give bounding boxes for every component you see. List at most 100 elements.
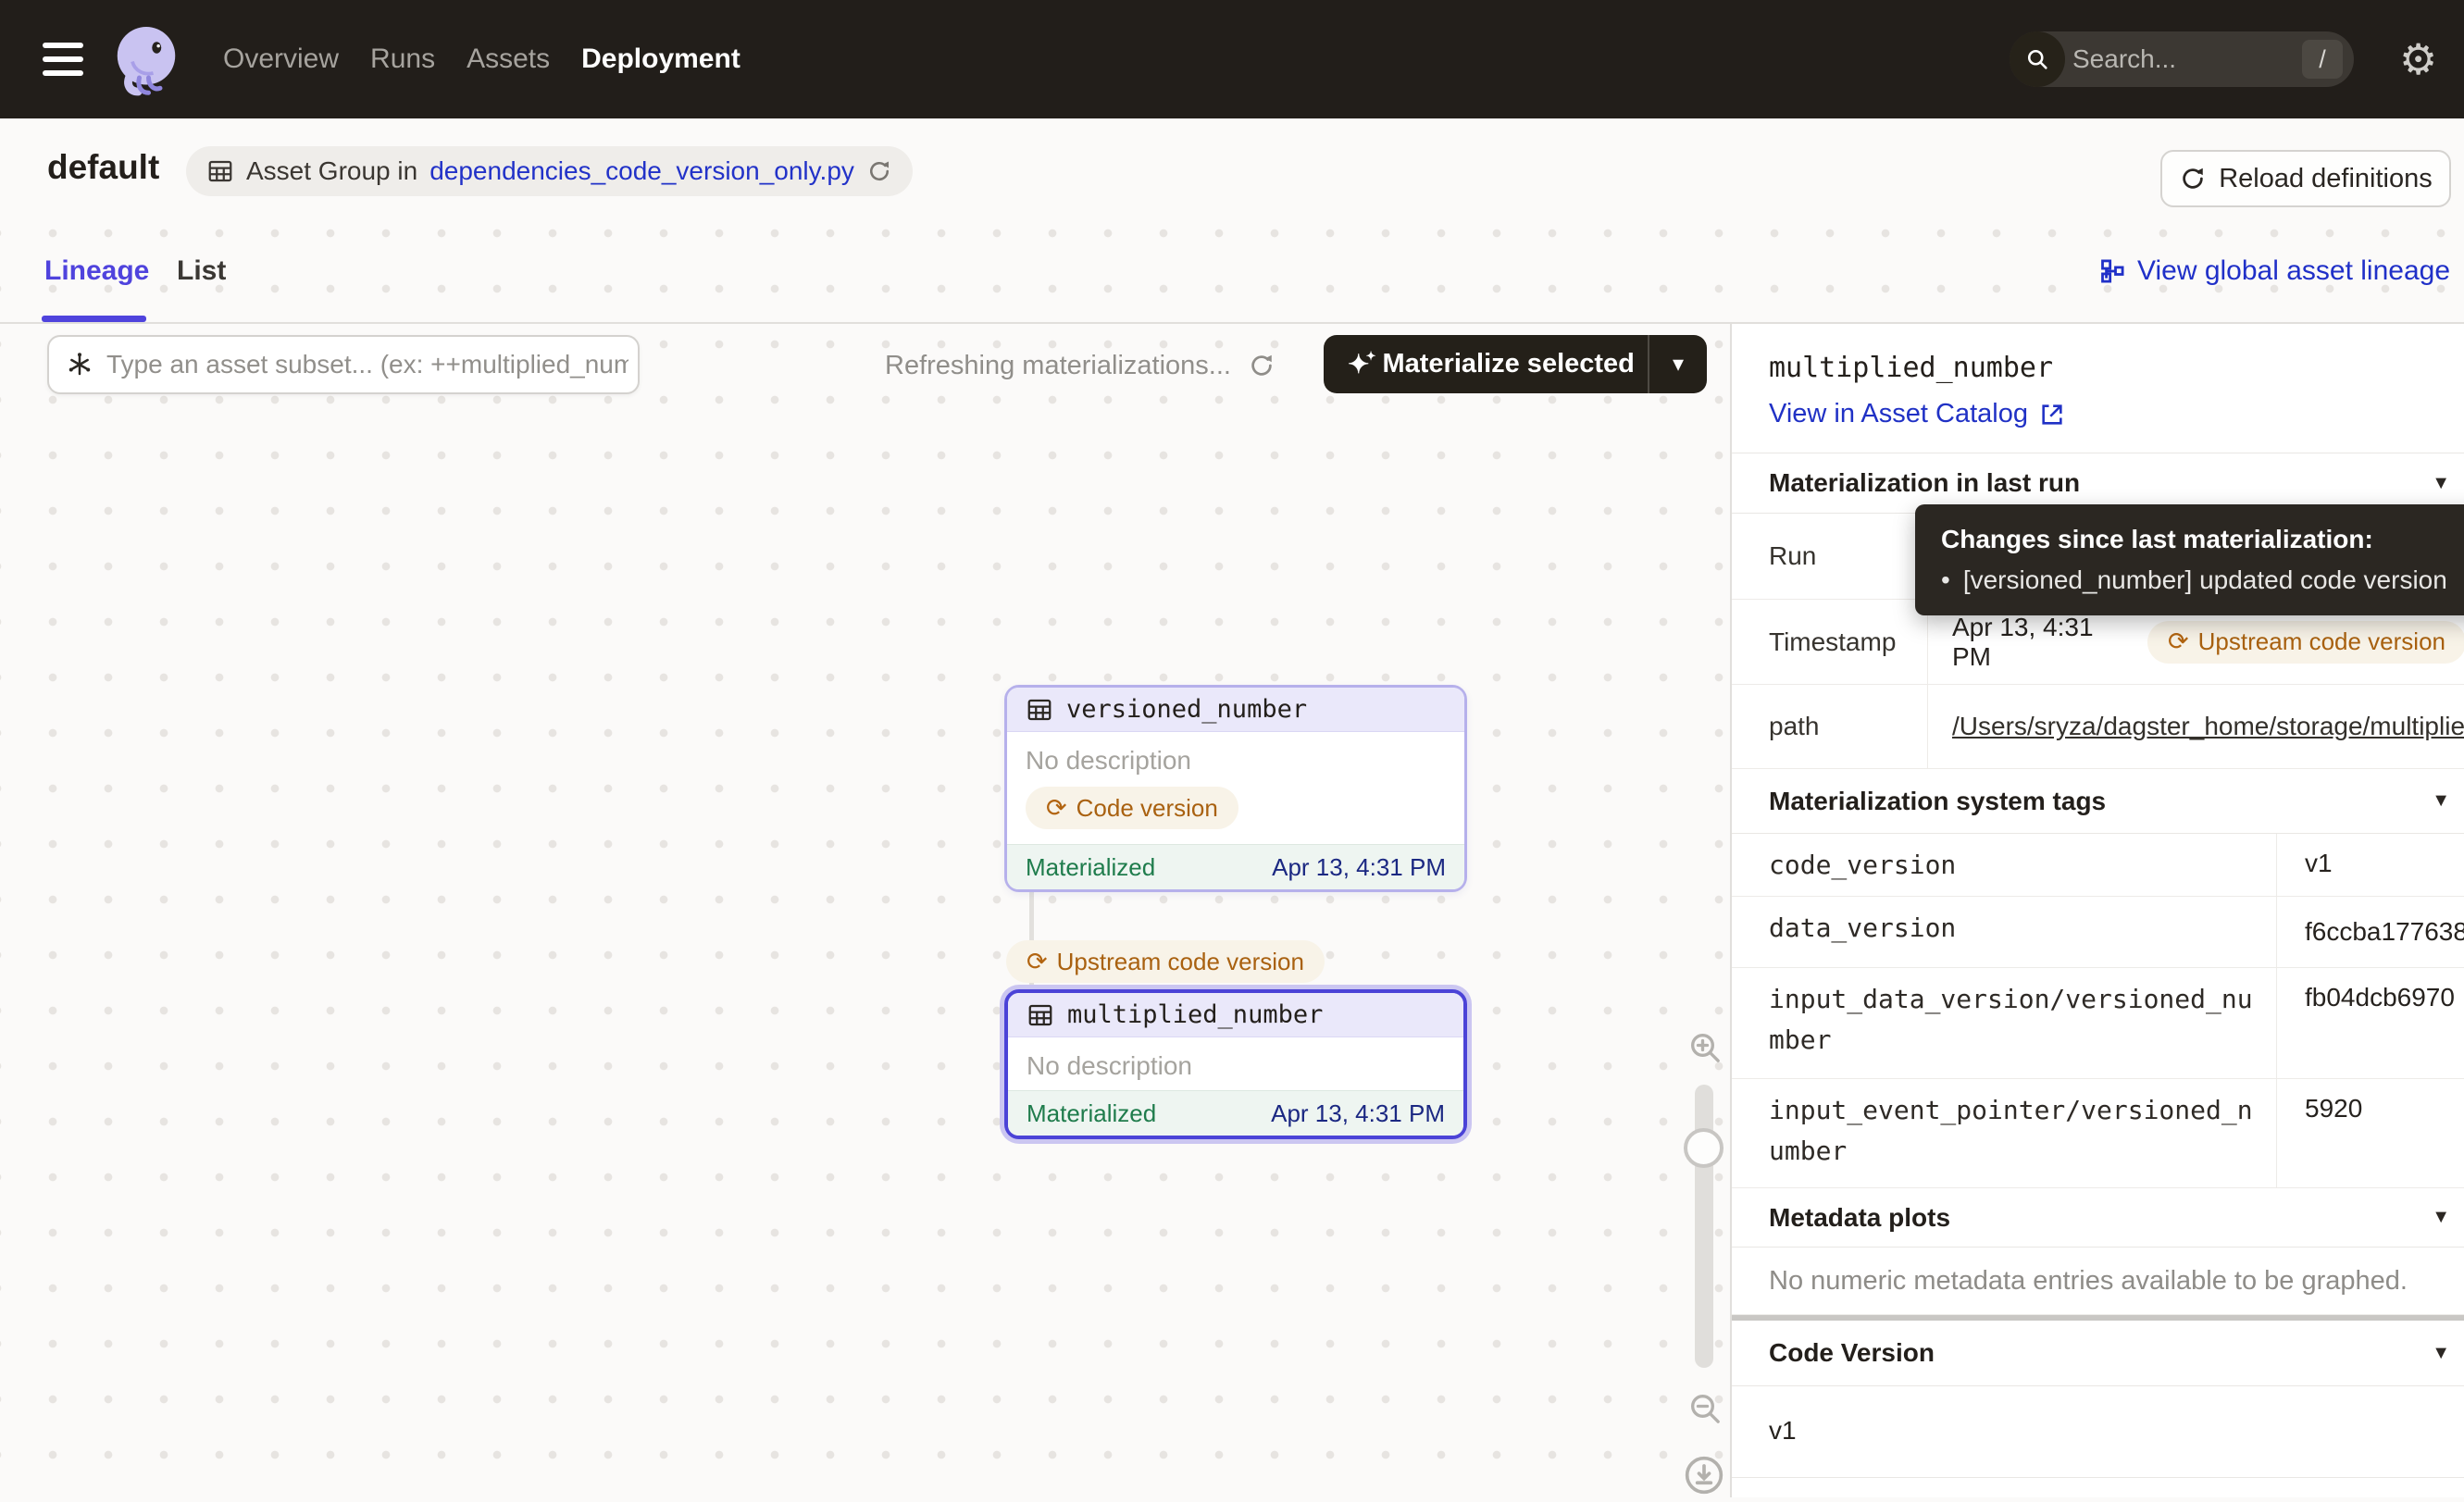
node-footer: Materialized Apr 13, 4:31 PM (1007, 844, 1464, 889)
asset-name: multiplied_number (1067, 1000, 1323, 1029)
bullet: • (1941, 565, 1950, 595)
tag-row: data_version f6ccba177638 (1732, 897, 2464, 968)
zoom-out-icon[interactable] (1686, 1390, 1724, 1434)
search-box[interactable]: / (2010, 31, 2354, 87)
nav-item-runs[interactable]: Runs (370, 43, 435, 75)
section-label: Metadata plots (1769, 1203, 1950, 1233)
timestamp-value: Apr 13, 4:31 PM (1952, 613, 2127, 672)
nav-item-assets[interactable]: Assets (467, 43, 550, 75)
tag-value: f6ccba177638 (2277, 897, 2464, 947)
tooltip-item: • [versioned_number] updated code versio… (1941, 565, 2464, 595)
reload-definitions-label: Reload definitions (2219, 164, 2433, 194)
materialized-timestamp[interactable]: Apr 13, 4:31 PM (1271, 1099, 1445, 1128)
selected-asset-title: multiplied_number (1769, 352, 2464, 384)
code-version-value: v1 (1732, 1386, 2464, 1478)
materialized-status: Materialized (1026, 853, 1155, 882)
lineage-graph-icon (2099, 258, 2125, 284)
search-shortcut-badge: / (2302, 40, 2343, 79)
dagster-logo-icon[interactable] (109, 22, 183, 96)
storage-path-link[interactable]: /Users/sryza/dagster_home/storage/multip… (1952, 712, 2464, 741)
panel-header: multiplied_number View in Asset Catalog (1732, 324, 2464, 453)
active-tab-underline (42, 316, 146, 322)
sync-alert-icon: ⟳ (1027, 948, 1048, 976)
sync-alert-icon: ⟳ (1046, 794, 1067, 823)
settings-gear-icon[interactable]: ⚙ (2399, 33, 2437, 85)
top-nav: Overview Runs Assets Deployment / ⚙ (0, 0, 2464, 118)
tag-value: 5920 (2277, 1079, 2464, 1123)
section-label: Materialization system tags (1769, 787, 2106, 816)
tab-list[interactable]: List (177, 255, 226, 287)
timestamp-badge-label: Upstream code version (2198, 627, 2445, 656)
download-image-icon[interactable] (1684, 1455, 1724, 1502)
nav-item-deployment[interactable]: Deployment (581, 43, 740, 75)
collapse-caret-icon[interactable]: ▼ (2432, 473, 2450, 494)
code-file-link[interactable]: dependencies_code_version_only.py (429, 156, 854, 186)
page-title: default (47, 148, 159, 187)
tag-key: input_event_pointer/versioned_number (1732, 1079, 2277, 1187)
path-label: path (1732, 685, 1928, 768)
asset-subset-filter[interactable] (47, 335, 640, 394)
collapse-caret-icon[interactable]: ▼ (2432, 1343, 2450, 1364)
view-in-asset-catalog-link[interactable]: View in Asset Catalog (1769, 399, 2065, 429)
materialize-main[interactable]: ✦ Materialize selected (1324, 349, 1648, 379)
collapse-caret-icon[interactable]: ▼ (2432, 790, 2450, 812)
tag-value: fb04dcb6970 (2277, 968, 2464, 1012)
catalog-link-label: View in Asset Catalog (1769, 399, 2028, 429)
asset-node-multiplied-number[interactable]: multiplied_number No description Materia… (1004, 989, 1467, 1139)
asset-group-prefix: Asset Group in (246, 156, 417, 186)
asset-group-badge: Asset Group in dependencies_code_version… (186, 146, 913, 196)
node-footer: Materialized Apr 13, 4:31 PM (1008, 1090, 1463, 1136)
asset-description: No description (1008, 1037, 1463, 1090)
changes-tooltip: Changes since last materialization: • [v… (1915, 504, 2464, 615)
zoom-slider-handle[interactable] (1684, 1128, 1724, 1168)
refresh-icon[interactable] (866, 158, 892, 184)
search-icon (2010, 31, 2065, 87)
reload-icon (2179, 165, 2207, 192)
view-global-lineage-link[interactable]: View global asset lineage (2099, 255, 2450, 287)
section-label: Code Version (1769, 1338, 1935, 1368)
nav-links: Overview Runs Assets Deployment (223, 0, 740, 118)
external-link-icon (2039, 402, 2065, 428)
section-code-version: Code Version ▼ (1732, 1321, 2464, 1386)
search-input[interactable] (2065, 44, 2302, 74)
asset-table-icon (1026, 696, 1053, 724)
node-badge-row: ⟳ Code version (1007, 785, 1464, 844)
materialized-timestamp[interactable]: Apr 13, 4:31 PM (1272, 853, 1446, 882)
section-config: Config (1732, 1478, 2464, 1497)
tag-key: input_data_version/versioned_number (1732, 968, 2277, 1078)
upstream-code-version-badge[interactable]: ⟳ Upstream code version (2147, 621, 2464, 664)
reload-definitions-button[interactable]: Reload definitions (2160, 150, 2451, 207)
tooltip-title: Changes since last materialization: (1941, 525, 2464, 554)
asset-group-grid-icon (206, 157, 234, 185)
materialized-status: Materialized (1027, 1099, 1156, 1128)
run-label: Run (1732, 514, 1928, 599)
node-header: versioned_number (1007, 688, 1464, 732)
refreshing-label: Refreshing materializations... (885, 351, 1231, 381)
materialize-selected-button[interactable]: ✦ Materialize selected ▾ (1324, 335, 1707, 393)
upstream-code-version-badge[interactable]: ⟳ Upstream code version (1006, 940, 1325, 983)
refresh-materializations-icon[interactable] (1248, 352, 1276, 379)
asset-name: versioned_number (1066, 695, 1307, 724)
asset-node-versioned-number[interactable]: versioned_number No description ⟳ Code v… (1004, 685, 1467, 892)
tab-lineage[interactable]: Lineage (44, 255, 149, 287)
collapse-caret-icon[interactable]: ▼ (2432, 1207, 2450, 1228)
materialize-dropdown-caret[interactable]: ▾ (1649, 351, 1707, 378)
section-label: Materialization in last run (1769, 468, 2080, 498)
asset-table-icon (1027, 1001, 1054, 1029)
dagster-asset-lineage-page: { "nav": { "items": [ {"label": "Overvie… (0, 0, 2464, 1497)
menu-icon[interactable] (43, 43, 83, 76)
sparkle-icon: ✦ (1348, 352, 1369, 378)
asset-selection-icon (66, 351, 93, 379)
asset-description: No description (1007, 732, 1464, 785)
upstream-badge-label: Upstream code version (1057, 948, 1304, 976)
code-version-badge[interactable]: ⟳ Code version (1026, 787, 1238, 829)
zoom-slider-track[interactable] (1695, 1085, 1713, 1368)
nav-item-overview[interactable]: Overview (223, 43, 339, 75)
tooltip-item-text: [versioned_number] updated code version (1963, 565, 2447, 595)
metadata-plots-empty: No numeric metadata entries available to… (1732, 1248, 2464, 1315)
code-version-badge-label: Code version (1076, 794, 1218, 823)
refreshing-status: Refreshing materializations... (885, 348, 1276, 383)
asset-subset-input[interactable] (106, 350, 628, 379)
zoom-in-icon[interactable] (1686, 1029, 1724, 1073)
asset-details-panel: multiplied_number View in Asset Catalog … (1730, 324, 2464, 1497)
